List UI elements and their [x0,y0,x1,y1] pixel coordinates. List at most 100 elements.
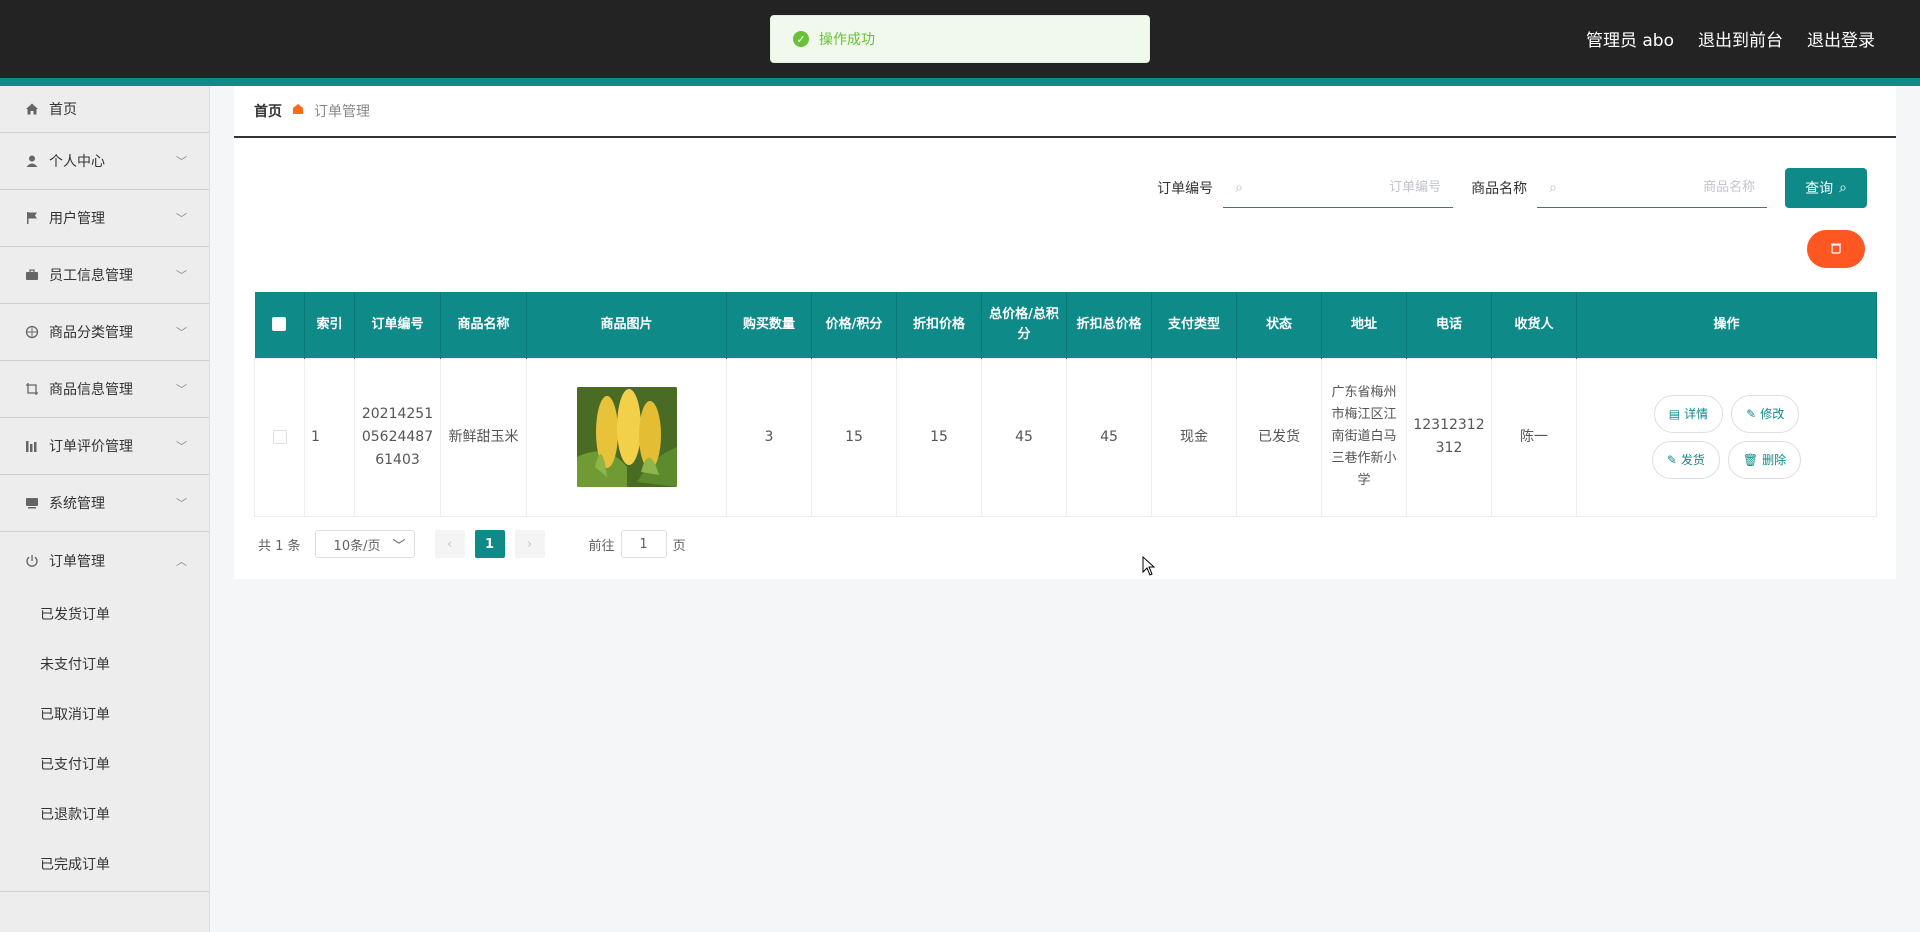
trash-icon [1830,242,1842,257]
submenu-shipped-orders[interactable]: 已发货订单 [0,589,209,639]
search-icon: ⌕ [1235,179,1243,196]
chevron-down-icon: ﹀ [392,538,406,554]
cell-address: 广东省梅州市梅江区江南街道白马三巷作新小学 [1321,357,1407,517]
col-header: 收货人 [1491,292,1577,358]
sidebar-item-home[interactable]: 首页 [0,86,209,133]
detail-label: 详情 [1684,406,1709,421]
edit-button[interactable]: ✎ 修改 [1731,395,1800,433]
chevron-down-icon: ﹀ [176,497,187,510]
breadcrumb-current: 订单管理 [314,104,370,120]
cell-actions: ▤ 详情 ✎ 修改 ✎ 发货 🗑 删除 [1576,357,1877,517]
total-count: 共 1 条 [258,538,301,554]
trash-icon: 🗑 [1742,452,1759,467]
page-size-select[interactable]: 10条/页 ﹀ [314,530,415,558]
col-header: 折扣价格 [896,292,982,358]
pagination: 共 1 条 10条/页 ﹀ ‹ 1 › 前往 页 [258,530,686,558]
submenu-completed-orders[interactable]: 已完成订单 [0,839,209,889]
sidebar-item-users[interactable]: 用户管理 ﹀ [0,190,209,247]
chevron-down-icon: ﹀ [176,326,187,339]
sidebar-item-reviews[interactable]: 订单评价管理 ﹀ [0,418,209,475]
prev-page-button[interactable]: ‹ [434,530,465,558]
sidebar-item-label: 首页 [49,102,77,118]
col-header: 电话 [1406,292,1492,358]
query-button[interactable]: 查询 ⌕ [1785,168,1867,208]
col-header: 操作 [1576,292,1877,358]
batch-delete-button[interactable] [1807,230,1865,268]
edit-icon: ✎ [1746,406,1757,421]
product-image [576,387,677,487]
sidebar-item-category[interactable]: 商品分类管理 ﹀ [0,304,209,361]
cell-pay-type: 现金 [1151,357,1237,517]
cell-price: 15 [811,357,897,517]
breadcrumb-home[interactable]: 首页 [254,101,282,121]
detail-button[interactable]: ▤ 详情 [1653,395,1724,433]
page-number[interactable]: 1 [474,530,505,558]
top-accent-bar [0,78,1920,86]
col-header: 状态 [1236,292,1322,358]
ship-button[interactable]: ✎ 发货 [1651,441,1720,479]
sidebar-item-profile[interactable]: 个人中心 ﹀ [0,133,209,190]
order-no-input[interactable] [1243,180,1442,195]
table-header-row: 索引 订单编号 商品名称 商品图片 购买数量 价格/积分 折扣价格 总价格/总积… [254,292,1877,358]
cell-product: 新鲜甜玉米 [440,357,527,517]
toast-message: 操作成功 [819,32,875,48]
sidebar-item-label: 订单管理 [49,553,105,570]
compass-icon [24,324,40,340]
sidebar: 首页 个人中心 ﹀ 用户管理 ﹀ 员工信息管理 ﹀ 商品分类管理 ﹀ 商品信息管… [0,86,210,932]
col-header: 价格/积分 [811,292,897,358]
user-icon [24,153,40,169]
house-icon [292,103,304,119]
to-frontend-link[interactable]: 退出到前台 [1698,26,1783,51]
cell-image [526,357,727,517]
breadcrumb: 首页 订单管理 [234,86,1896,138]
col-header: 购买数量 [726,292,812,358]
sidebar-item-label: 系统管理 [49,496,105,512]
crop-icon [24,381,40,397]
top-actions: 管理员 abo 退出到前台 退出登录 [1586,26,1875,51]
sidebar-item-label: 员工信息管理 [49,268,133,284]
select-all-cell[interactable] [254,292,305,358]
cell-total: 45 [981,357,1067,517]
query-label: 查询 [1805,181,1834,197]
power-icon [24,553,40,569]
product-name-input[interactable] [1557,180,1756,195]
sidebar-item-label: 商品信息管理 [49,382,133,398]
edit-icon: ✎ [1666,452,1677,467]
cell-discount-price: 15 [896,357,982,517]
col-header: 地址 [1321,292,1407,358]
sidebar-item-staff[interactable]: 员工信息管理 ﹀ [0,247,209,304]
logout-link[interactable]: 退出登录 [1807,26,1875,51]
document-icon: ▤ [1668,406,1681,421]
submenu-unpaid-orders[interactable]: 未支付订单 [0,639,209,689]
product-name-label: 商品名称 [1471,181,1528,197]
col-header: 总价格/总积分 [981,292,1067,358]
sidebar-item-orders[interactable]: 订单管理 ︿ [0,532,209,589]
main-panel: 首页 订单管理 订单编号 ⌕ 商品名称 ⌕ 查询 ⌕ [234,86,1896,579]
orders-submenu: 已发货订单 未支付订单 已取消订单 已支付订单 已退款订单 已完成订单 [0,589,209,892]
delete-button[interactable]: 🗑 删除 [1727,441,1802,479]
goto-prefix: 前往 [588,538,615,554]
page-size-value: 10条/页 [333,538,381,554]
chevron-down-icon: ﹀ [176,155,187,168]
chevron-down-icon: ﹀ [176,212,187,225]
select-all-checkbox[interactable] [272,317,287,332]
briefcase-icon [24,267,40,283]
submenu-paid-orders[interactable]: 已支付订单 [0,739,209,789]
sidebar-item-products[interactable]: 商品信息管理 ﹀ [0,361,209,418]
cell-order-no: 202142510562448761403 [354,357,441,517]
delete-label: 删除 [1762,452,1787,467]
mouse-cursor-icon [1142,556,1156,576]
row-select-cell[interactable] [254,357,305,517]
chevron-down-icon: ﹀ [176,440,187,453]
submenu-refunded-orders[interactable]: 已退款订单 [0,789,209,839]
bar-chart-icon [24,438,40,454]
next-page-button[interactable]: › [514,530,545,558]
chevron-down-icon: ﹀ [176,383,187,396]
flag-icon [24,210,40,226]
sidebar-item-system[interactable]: 系统管理 ﹀ [0,475,209,532]
submenu-cancelled-orders[interactable]: 已取消订单 [0,689,209,739]
col-header: 订单编号 [354,292,441,358]
row-checkbox[interactable] [272,429,287,444]
goto-page-input[interactable] [620,530,667,558]
admin-label: 管理员 abo [1585,31,1674,51]
